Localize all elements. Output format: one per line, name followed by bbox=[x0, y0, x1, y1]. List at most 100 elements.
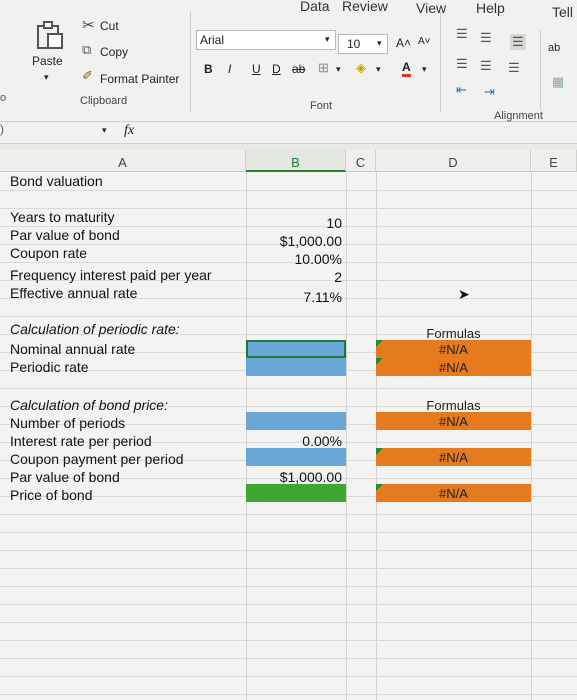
column-header-c[interactable]: C bbox=[346, 150, 376, 172]
label-coupon-payment: Coupon payment per period bbox=[10, 451, 184, 467]
italic-button[interactable]: I bbox=[228, 62, 231, 76]
name-box-dropdown[interactable]: ▾ bbox=[102, 125, 107, 136]
column-header-a[interactable]: A bbox=[0, 150, 246, 172]
label-interest-rate-per-period: Interest rate per period bbox=[10, 433, 152, 449]
grid-column-line bbox=[531, 172, 532, 700]
value-frequency[interactable]: 2 bbox=[242, 268, 342, 286]
increase-indent-icon[interactable]: ⇥ bbox=[484, 84, 495, 100]
grid-row-line bbox=[0, 694, 577, 695]
grid-row-line bbox=[0, 622, 577, 623]
sheet-title: Bond valuation bbox=[10, 173, 103, 189]
borders-icon[interactable]: ⊞ bbox=[318, 60, 329, 76]
selected-cell-nominal-rate[interactable] bbox=[246, 340, 346, 358]
format-painter-button[interactable]: Format Painter bbox=[100, 72, 179, 86]
label-effective-annual-rate: Effective annual rate bbox=[10, 285, 138, 301]
label-frequency: Frequency interest paid per year bbox=[10, 267, 212, 283]
formula-bar: ) ▾ fx bbox=[0, 122, 577, 144]
cell-price-of-bond[interactable] bbox=[246, 484, 346, 502]
formula-price-of-bond: #N/A bbox=[439, 486, 468, 501]
grid-row-line bbox=[0, 532, 577, 533]
tab-tell-me[interactable]: Tell bbox=[552, 4, 573, 20]
copy-icon: ⧉ bbox=[82, 42, 92, 57]
align-middle-icon[interactable]: ☰ bbox=[480, 30, 492, 46]
value-interest-rate-per-period[interactable]: 0.00% bbox=[242, 432, 342, 450]
grid-row-line bbox=[0, 658, 577, 659]
font-size-value: 10 bbox=[347, 37, 361, 51]
font-name-dropdown[interactable]: Arial ▾ bbox=[196, 30, 336, 50]
mouse-pointer-icon: ➤ bbox=[458, 286, 470, 302]
decrease-indent-icon[interactable]: ⇤ bbox=[456, 82, 467, 98]
tab-review[interactable]: Review bbox=[342, 0, 388, 14]
paste-label: Paste bbox=[32, 54, 63, 68]
align-right-icon[interactable]: ☰ bbox=[508, 60, 520, 76]
value-coupon-rate[interactable]: 10.00% bbox=[242, 250, 342, 268]
heading-bond-price: Calculation of bond price: bbox=[10, 397, 168, 413]
chevron-down-icon[interactable]: ▾ bbox=[422, 64, 427, 75]
grid-row-line bbox=[0, 388, 577, 389]
grid-row-line bbox=[0, 550, 577, 551]
tab-data[interactable]: Data bbox=[300, 0, 330, 14]
column-header-e[interactable]: E bbox=[531, 150, 577, 172]
insert-function-button[interactable]: fx bbox=[124, 123, 134, 139]
shrink-font-button[interactable]: A˅ bbox=[418, 36, 431, 47]
label-nominal-annual-rate: Nominal annual rate bbox=[10, 341, 136, 357]
cell-coupon-payment[interactable] bbox=[246, 448, 346, 466]
formulas-header-price: Formulas bbox=[426, 398, 481, 413]
ribbon-separator bbox=[190, 12, 191, 112]
label-price-of-bond: Price of bond bbox=[10, 487, 93, 503]
value-par-value-bond[interactable]: $1,000.00 bbox=[242, 468, 342, 486]
grow-font-button[interactable]: A˄ bbox=[396, 36, 411, 50]
ribbon-separator bbox=[440, 12, 441, 112]
align-bottom-icon[interactable]: ☰ bbox=[510, 34, 526, 50]
grid-row-line bbox=[0, 640, 577, 641]
alignment-group-label: Alignment bbox=[494, 110, 543, 122]
align-center-icon[interactable]: ☰ bbox=[480, 58, 492, 74]
tab-help[interactable]: Help bbox=[476, 0, 505, 16]
grid-row-line bbox=[0, 676, 577, 677]
formula-periodic-rate: #N/A bbox=[439, 360, 468, 375]
label-periodic-rate: Periodic rate bbox=[10, 359, 89, 375]
ribbon-edge-mark: o bbox=[0, 92, 7, 104]
formula-coupon-payment: #N/A bbox=[439, 450, 468, 465]
wrap-text-button[interactable]: ab bbox=[548, 42, 560, 54]
label-par-value-bond: Par value of bond bbox=[10, 469, 120, 485]
value-effective-annual-rate[interactable]: 7.11% bbox=[242, 288, 342, 306]
column-header-b[interactable]: B bbox=[246, 150, 346, 172]
grid-row-line bbox=[0, 586, 577, 587]
paste-button[interactable]: Paste ▾ bbox=[30, 18, 70, 88]
chevron-down-icon[interactable]: ▾ bbox=[376, 64, 381, 75]
fill-color-icon[interactable]: ◈ bbox=[356, 60, 366, 76]
value-years-to-maturity[interactable]: 10 bbox=[242, 214, 342, 232]
label-number-of-periods: Number of periods bbox=[10, 415, 126, 431]
grid-row-line bbox=[0, 604, 577, 605]
align-top-icon[interactable]: ☰ bbox=[456, 26, 468, 42]
chevron-down-icon[interactable]: ▾ bbox=[336, 64, 341, 75]
collapse-icon[interactable]: ) bbox=[0, 122, 4, 136]
chevron-down-icon: ▾ bbox=[377, 38, 382, 48]
chevron-down-icon[interactable]: ▾ bbox=[44, 72, 49, 83]
underline-button[interactable]: U bbox=[252, 62, 261, 76]
grid-column-line bbox=[346, 172, 347, 700]
merge-center-icon[interactable]: ▦ bbox=[552, 74, 564, 90]
chevron-down-icon: ▾ bbox=[325, 34, 330, 44]
grid-row-line bbox=[0, 316, 577, 317]
value-par-value[interactable]: $1,000.00 bbox=[242, 232, 342, 250]
tab-view[interactable]: View bbox=[416, 0, 446, 16]
font-size-dropdown[interactable]: 10 ▾ bbox=[338, 34, 388, 54]
strikethrough-button[interactable]: ab bbox=[292, 62, 305, 76]
paste-icon bbox=[37, 21, 63, 49]
cut-button[interactable]: Cut bbox=[100, 19, 119, 33]
copy-button[interactable]: Copy bbox=[100, 45, 128, 59]
font-color-button[interactable]: A bbox=[402, 60, 411, 77]
cell-number-of-periods[interactable] bbox=[246, 412, 346, 430]
formulas-header-periodic: Formulas bbox=[426, 326, 481, 341]
align-left-icon[interactable]: ☰ bbox=[456, 56, 468, 72]
brush-icon: ✐ bbox=[82, 68, 93, 83]
grid-row-line bbox=[0, 568, 577, 569]
grid-row-line bbox=[0, 190, 577, 191]
ribbon: Data Review View Help Tell Paste ▾ ✂ Cut… bbox=[0, 0, 577, 122]
double-underline-button[interactable]: D bbox=[272, 62, 281, 76]
cell-periodic-rate[interactable] bbox=[246, 358, 346, 376]
bold-button[interactable]: B bbox=[204, 62, 213, 76]
column-header-d[interactable]: D bbox=[376, 150, 531, 172]
